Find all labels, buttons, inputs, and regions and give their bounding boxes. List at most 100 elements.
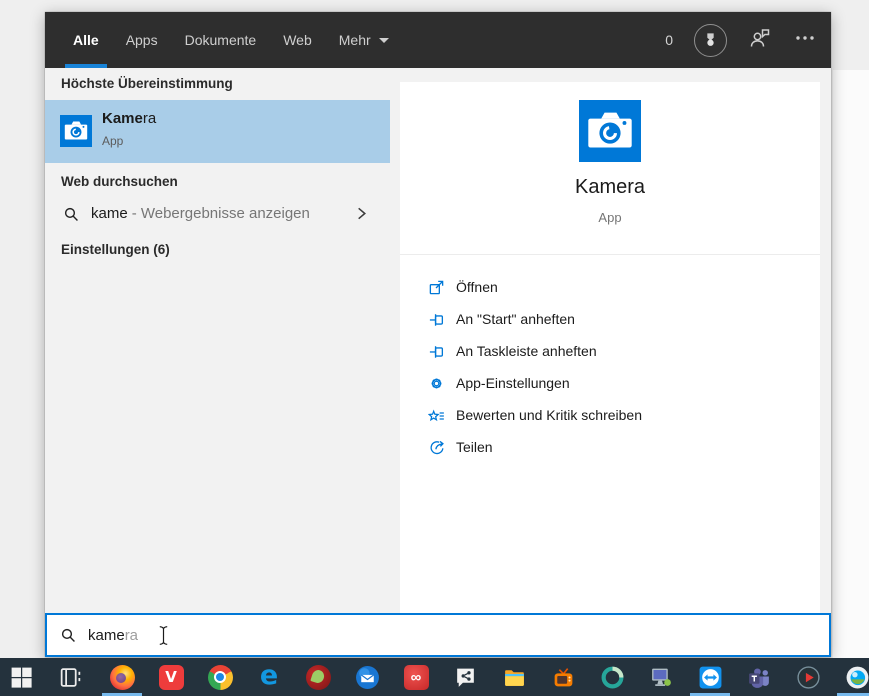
taskbar-item-webex[interactable]: [833, 658, 869, 696]
best-match-title: Kamera: [102, 110, 156, 127]
tab-web-label: Web: [283, 32, 312, 48]
taskbar-item-media-player[interactable]: [784, 658, 832, 696]
tab-dokumente[interactable]: Dokumente: [177, 12, 265, 68]
rewards-count: 0: [665, 32, 673, 48]
tab-alle[interactable]: Alle: [65, 12, 107, 68]
results-list-pane: Höchste Übereinstimmung Kamera App Web d…: [45, 68, 400, 613]
taskbar-item-adobe-cc[interactable]: [392, 658, 440, 696]
teams-icon: [747, 665, 772, 690]
action-pin-taskbar[interactable]: An Taskleiste anheften: [400, 335, 820, 367]
filter-tabs: Alle Apps Dokumente Web Mehr: [45, 12, 408, 68]
running-indicator: [102, 693, 142, 696]
app-preview-pane: Kamera App Öffnen: [400, 82, 820, 613]
taskbar-item-chrome[interactable]: [196, 658, 244, 696]
action-app-settings[interactable]: App-Einstellungen: [400, 367, 820, 399]
search-icon: [60, 627, 77, 644]
open-icon: [428, 279, 445, 296]
best-match-result-kamera[interactable]: Kamera App: [45, 100, 390, 163]
tab-mehr[interactable]: Mehr: [331, 12, 397, 68]
taskbar-item-vivaldi[interactable]: [147, 658, 195, 696]
web-search-header: Web durchsuchen: [61, 174, 178, 189]
windows-start-icon: [9, 665, 34, 690]
taskbar-item-remote-desktop[interactable]: [637, 658, 685, 696]
thunderbird-icon: [355, 665, 380, 690]
search-typed-text: kame: [88, 627, 125, 644]
action-label: An Taskleiste anheften: [456, 343, 597, 359]
rewards-medal-icon[interactable]: [694, 24, 727, 57]
taskbar-item-file-explorer[interactable]: [490, 658, 538, 696]
adobe-creative-cloud-icon: [404, 665, 429, 690]
firefox-icon: [110, 665, 135, 690]
tv-app-icon: [551, 665, 576, 690]
taskbar-item-tv-app[interactable]: [539, 658, 587, 696]
search-icon: [63, 206, 80, 223]
vivaldi-icon: [159, 665, 184, 690]
task-view-icon: [58, 665, 83, 690]
topbar-right-controls: 0: [665, 12, 831, 68]
chevron-down-icon: [379, 38, 389, 43]
search-input[interactable]: kamera: [45, 613, 831, 657]
cisco-anyconnect-icon: [600, 665, 625, 690]
web-suggestion-hint: - Webergebnisse anzeigen: [132, 205, 310, 222]
text-ibeam-cursor: [157, 624, 170, 647]
best-match-title-highlight: Kame: [102, 110, 143, 127]
file-explorer-icon: [502, 665, 527, 690]
web-suggestion-text: kame- Webergebnisse anzeigen: [91, 205, 310, 222]
tab-apps[interactable]: Apps: [118, 12, 166, 68]
action-label: Bewerten und Kritik schreiben: [456, 407, 642, 423]
tab-web[interactable]: Web: [275, 12, 320, 68]
running-indicator: [690, 693, 730, 696]
tab-alle-label: Alle: [73, 32, 99, 48]
taskbar-item-notepadpp[interactable]: [294, 658, 342, 696]
taskbar-item-cisco-anyconnect[interactable]: [588, 658, 636, 696]
action-share[interactable]: Teilen: [400, 431, 820, 463]
pin-icon: [428, 343, 445, 360]
chat-share-icon: [453, 665, 478, 690]
tab-dokumente-label: Dokumente: [185, 32, 257, 48]
feedback-person-icon[interactable]: [748, 26, 772, 55]
task-view-button[interactable]: [46, 658, 94, 696]
notepad-plus-plus-icon: [306, 665, 331, 690]
search-results-area: Höchste Übereinstimmung Kamera App Web d…: [45, 68, 831, 613]
chrome-icon: [208, 665, 233, 690]
best-match-title-rest: ra: [143, 110, 156, 127]
best-match-header: Höchste Übereinstimmung: [61, 76, 233, 91]
start-button[interactable]: [0, 658, 45, 696]
action-pin-start[interactable]: An "Start" anheften: [400, 303, 820, 335]
tab-apps-label: Apps: [126, 32, 158, 48]
more-options-icon[interactable]: [793, 26, 817, 55]
desktop: { "colors": { "accent": "#0078d7", "topb…: [0, 0, 869, 696]
action-label: App-Einstellungen: [456, 375, 570, 391]
taskbar-item-edge[interactable]: [245, 658, 293, 696]
settings-header: Einstellungen (6): [61, 242, 170, 257]
camera-app-icon: [60, 115, 92, 147]
chevron-right-icon[interactable]: [353, 205, 370, 222]
webex-icon: [845, 665, 869, 690]
action-label: Teilen: [456, 439, 493, 455]
search-inline-suggestion: ra: [125, 627, 138, 644]
action-label: An "Start" anheften: [456, 311, 575, 327]
edge-icon: [257, 665, 282, 690]
preview-app-title: Kamera: [400, 176, 820, 199]
desktop-background-right: [833, 70, 869, 658]
medal-glyph: [701, 31, 720, 50]
action-open[interactable]: Öffnen: [400, 271, 820, 303]
search-filter-bar: Alle Apps Dokumente Web Mehr 0: [45, 12, 831, 68]
web-suggestion-query: kame: [91, 205, 128, 222]
web-suggestion-row[interactable]: kame- Webergebnisse anzeigen: [45, 196, 390, 232]
rate-review-icon: [428, 407, 445, 424]
media-player-icon: [796, 665, 821, 690]
share-icon: [428, 439, 445, 456]
running-indicator: [837, 693, 869, 696]
taskbar-item-chat-share[interactable]: [441, 658, 489, 696]
taskbar-item-teamviewer[interactable]: [686, 658, 734, 696]
taskbar-item-teams[interactable]: [735, 658, 783, 696]
tab-mehr-label: Mehr: [339, 32, 371, 48]
taskbar: [0, 658, 869, 696]
taskbar-item-firefox[interactable]: [98, 658, 146, 696]
action-rate-review[interactable]: Bewerten und Kritik schreiben: [400, 399, 820, 431]
taskbar-item-thunderbird[interactable]: [343, 658, 391, 696]
remote-desktop-icon: [649, 665, 674, 690]
camera-app-icon: [579, 100, 641, 162]
pin-icon: [428, 311, 445, 328]
